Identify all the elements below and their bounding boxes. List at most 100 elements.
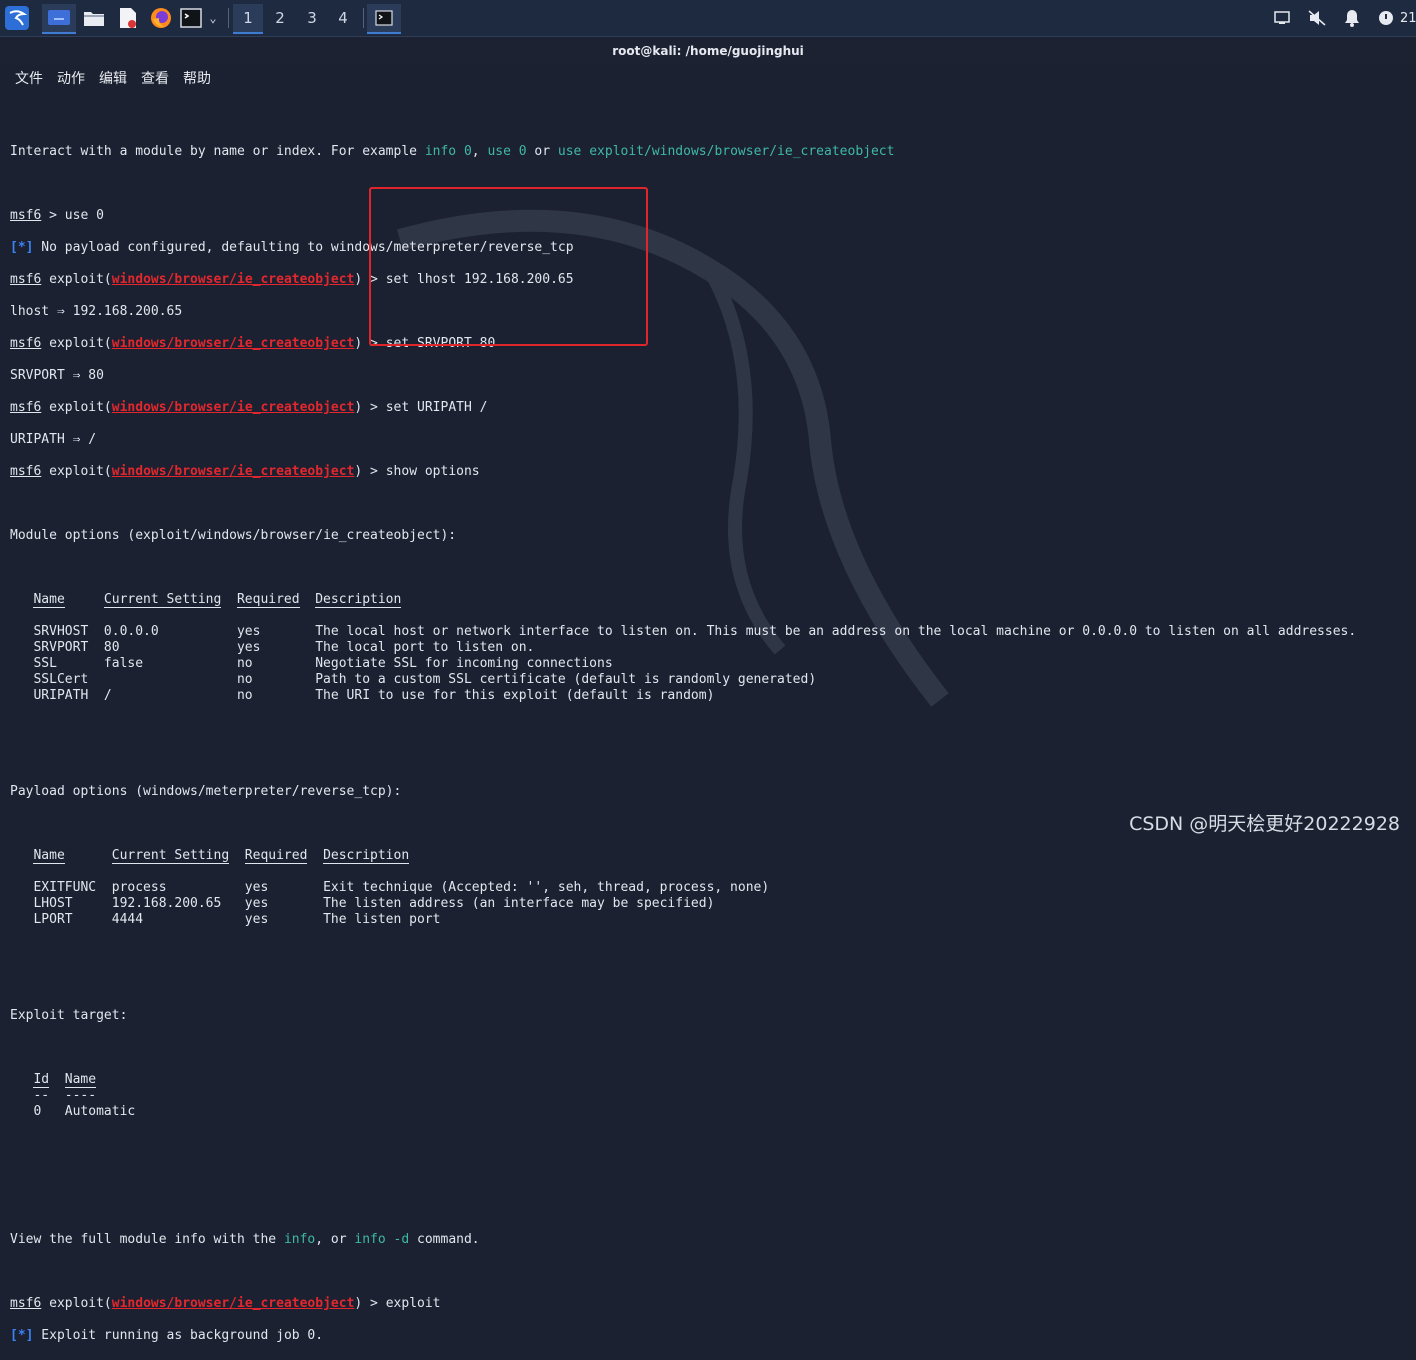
menu-view[interactable]: 查看 xyxy=(134,66,176,92)
table-cell-text: / xyxy=(103,688,112,703)
column-header-text: Required xyxy=(244,848,308,864)
prompt: msf6 xyxy=(10,400,42,415)
table-row: SSL false no Negotiate SSL for incoming con… xyxy=(10,656,1410,672)
column-header: Current Setting xyxy=(103,592,237,608)
clock[interactable]: 21 xyxy=(1400,4,1416,32)
column-header: Required xyxy=(244,848,323,864)
table-cell: The listen port xyxy=(323,912,440,928)
table-cell-text: no xyxy=(236,688,253,703)
table-header-row: Name Current Setting Required Description xyxy=(10,848,1410,864)
text-editor-icon[interactable] xyxy=(114,4,142,32)
exploit-label: exploit( xyxy=(41,272,112,287)
table-cell-text: The listen port xyxy=(323,912,441,927)
table-row: LHOST 192.168.200.65 yes The listen address… xyxy=(10,896,1410,912)
notification-bell-icon[interactable] xyxy=(1340,4,1364,32)
firefox-icon[interactable] xyxy=(147,4,175,32)
exploit-target-table: Id Name -- ---- 0 Automatic xyxy=(10,1072,1410,1120)
table-row: SRVPORT 80 yes The local port to listen on. xyxy=(10,640,1410,656)
table-cell-text: 4444 xyxy=(111,912,144,927)
module-name: windows/browser/ie_createobject xyxy=(111,400,355,415)
intro-text: Interact with a module by name or index.… xyxy=(10,144,425,159)
header-underline: -- xyxy=(33,1088,50,1103)
table-cell: The URI to use for this exploit (default… xyxy=(315,688,714,704)
table-cell: no xyxy=(237,656,315,672)
section-header: Module options (exploit/windows/browser/… xyxy=(10,528,457,543)
workspace-1[interactable]: 1 xyxy=(233,4,263,34)
terminal-launcher-icon[interactable] xyxy=(179,4,203,32)
workspace-4[interactable]: 4 xyxy=(328,4,358,32)
workspace-2[interactable]: 2 xyxy=(265,4,295,32)
terminal-output[interactable]: Interact with a module by name or index.… xyxy=(10,128,1410,1343)
header-separator: -- ---- xyxy=(10,1088,1410,1104)
menu-help[interactable]: 帮助 xyxy=(176,66,218,92)
header-underline: ---- xyxy=(64,1088,97,1103)
column-header-text: Current Setting xyxy=(103,592,222,608)
table-cell: EXITFUNC xyxy=(33,880,111,896)
taskbar: ⌄ 1 2 3 4 21 xyxy=(0,0,1416,37)
table-cell-text: The URI to use for this exploit (default… xyxy=(315,688,715,703)
table-cell: SRVHOST xyxy=(33,624,103,640)
column-header: Name xyxy=(64,1072,97,1088)
network-icon[interactable] xyxy=(1270,4,1294,32)
column-header-text: Description xyxy=(323,848,410,864)
prompt: msf6 xyxy=(10,208,42,223)
taskbar-divider xyxy=(228,8,229,28)
file-manager-icon[interactable] xyxy=(80,4,108,32)
column-header: Current Setting xyxy=(111,848,245,864)
table-cell-text: yes xyxy=(244,880,269,895)
kali-menu-icon[interactable] xyxy=(2,4,32,32)
csdn-watermark: CSDN @明天桧更好20222928 xyxy=(1129,813,1400,835)
terminal-task-icon[interactable] xyxy=(367,4,401,34)
chevron-down-icon[interactable]: ⌄ xyxy=(204,4,222,32)
menubar: 文件 动作 编辑 查看 帮助 xyxy=(8,66,218,92)
table-cell: Automatic xyxy=(65,1104,135,1120)
exploit-label: exploit( xyxy=(41,400,112,415)
column-header-text: Current Setting xyxy=(111,848,230,864)
table-cell-text: SRVPORT xyxy=(33,640,89,655)
intro-line: Interact with a module by name or index.… xyxy=(10,144,1410,160)
table-cell-text: 80 xyxy=(103,640,120,655)
cmd-line-exploit: msf6 exploit(windows/browser/ie_createob… xyxy=(10,1296,1410,1312)
table-cell: yes xyxy=(245,896,323,912)
workspace-3[interactable]: 3 xyxy=(297,4,327,32)
table-cell: 0.0.0.0 xyxy=(104,624,237,640)
table-cell-text: no xyxy=(236,656,253,671)
table-header-row: Name Current Setting Required Description xyxy=(10,592,1410,608)
column-header-text: Name xyxy=(33,848,65,864)
table-cell-text: LPORT xyxy=(33,912,73,927)
header-separator xyxy=(10,864,1410,880)
column-header: Required xyxy=(236,592,315,608)
table-row: 0 Automatic xyxy=(10,1104,1410,1120)
menu-edit[interactable]: 编辑 xyxy=(92,66,134,92)
column-header-text: Name xyxy=(64,1072,97,1088)
power-icon[interactable] xyxy=(1374,4,1398,32)
table-cell-text: Negotiate SSL for incoming connections xyxy=(315,656,613,671)
table-cell-text: LHOST xyxy=(33,896,73,911)
table-cell-text: Automatic xyxy=(64,1104,136,1119)
menu-file[interactable]: 文件 xyxy=(8,66,50,92)
volume-muted-icon[interactable] xyxy=(1305,4,1329,32)
module-options-table: Name Current Setting Required Description S… xyxy=(10,592,1410,704)
menu-action[interactable]: 动作 xyxy=(50,66,92,92)
exploit-label: exploit( xyxy=(41,336,112,351)
module-name: windows/browser/ie_createobject xyxy=(111,464,355,479)
table-cell: / xyxy=(104,688,237,704)
cmd-line-lhost: msf6 exploit(windows/browser/ie_createob… xyxy=(10,272,1410,288)
table-cell: 192.168.200.65 xyxy=(112,896,245,912)
show-desktop-icon[interactable] xyxy=(42,4,76,34)
